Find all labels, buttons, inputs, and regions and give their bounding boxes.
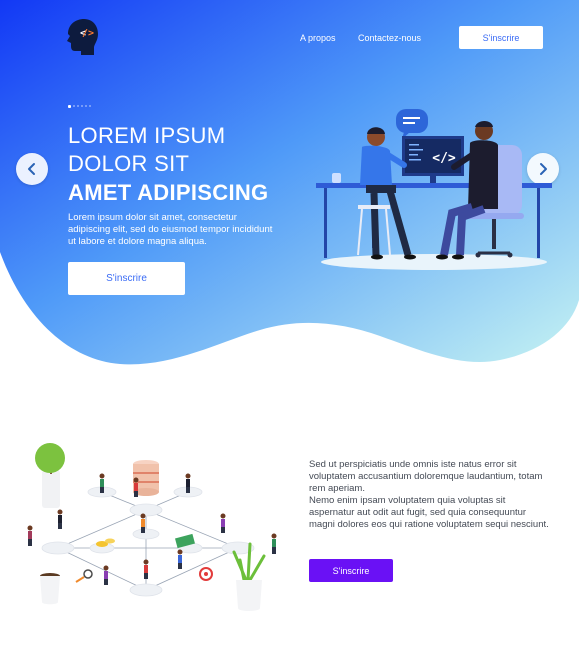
section-paragraph: Sed ut perspiciatis unde omnis iste natu… — [309, 459, 543, 494]
hero-title-line: LOREM IPSUM — [68, 123, 226, 148]
person-icon — [133, 477, 139, 497]
person-icon — [220, 513, 226, 533]
slide-dot[interactable] — [68, 104, 71, 108]
hero-signup-button[interactable]: S'inscrire — [68, 262, 185, 295]
person-icon — [177, 549, 183, 569]
nav-signup-button[interactable]: S'inscrire — [459, 26, 543, 49]
speech-bubble-code-icon — [396, 109, 428, 139]
person-icon — [27, 525, 33, 546]
tree-icon — [35, 443, 65, 508]
hero-title-line: AMET ADIPISCING — [68, 180, 269, 205]
person-icon — [57, 509, 63, 529]
carousel-prev-button[interactable] — [16, 153, 48, 185]
nav-link-contact[interactable]: Contactez-nous — [358, 33, 421, 43]
svg-text:</>: </> — [432, 151, 456, 166]
section-description: Sed ut perspiciatis unde omnis iste natu… — [309, 459, 549, 531]
slide-dot[interactable] — [85, 105, 87, 107]
logo[interactable]: < /> — [64, 18, 100, 58]
person-icon — [99, 473, 105, 493]
code-brain-logo-icon: < /> — [67, 19, 98, 55]
person-icon — [140, 513, 146, 533]
hero-title-line: DOLOR SIT — [68, 151, 190, 176]
coffee-cup-icon — [40, 573, 60, 605]
slide-dot[interactable] — [73, 105, 75, 107]
slide-dot[interactable] — [89, 105, 91, 107]
person-icon — [185, 473, 191, 493]
slide-dot[interactable] — [77, 105, 79, 107]
target-icon — [199, 567, 213, 581]
svg-text:/>: /> — [82, 28, 94, 39]
hero-title: LOREM IPSUM DOLOR SIT AMET ADIPISCING — [68, 122, 348, 207]
isometric-network-people-illustration — [27, 443, 277, 611]
hero-description: Lorem ipsum dolor sit amet, consectetur … — [68, 212, 273, 247]
slide-dot[interactable] — [81, 105, 83, 107]
section-paragraph: Nemo enim ipsam voluptatem quia voluptas… — [309, 495, 549, 530]
developers-at-desk-illustration: </> — [316, 109, 552, 270]
monitor-code-icon: </> — [402, 136, 464, 183]
person-icon — [143, 559, 149, 579]
nav-link-about[interactable]: A propos — [300, 33, 336, 43]
section-signup-button[interactable]: S'inscrire — [309, 559, 393, 582]
person-icon — [103, 565, 109, 585]
magnifier-icon — [75, 569, 93, 583]
chevron-left-icon — [28, 163, 35, 175]
slide-indicator — [68, 104, 91, 108]
person-icon — [271, 533, 277, 554]
